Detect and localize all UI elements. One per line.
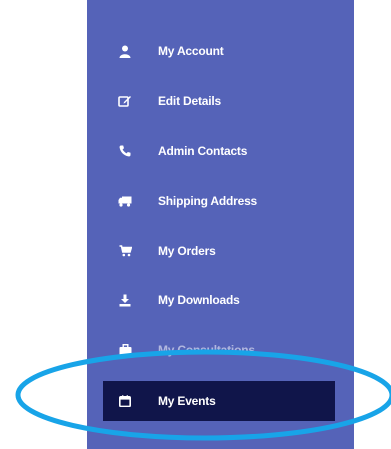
phone-icon <box>117 143 133 159</box>
cart-icon <box>117 243 133 259</box>
menu-item-shipping-address[interactable]: Shipping Address <box>87 181 354 221</box>
menu-item-label: Admin Contacts <box>158 144 248 158</box>
menu-item-label: My Events <box>158 394 216 408</box>
download-icon <box>117 292 133 308</box>
menu-item-label: Shipping Address <box>158 194 258 208</box>
menu-item-label: Edit Details <box>158 94 221 108</box>
menu-item-label: My Account <box>158 44 224 58</box>
truck-icon <box>117 193 133 209</box>
menu-item-my-account[interactable]: My Account <box>87 31 354 71</box>
menu-item-my-orders[interactable]: My Orders <box>87 231 354 271</box>
account-sidebar: My Account Edit Details Admin Contacts S… <box>87 0 354 449</box>
menu-item-label: My Orders <box>158 244 216 258</box>
menu-item-my-events[interactable]: My Events <box>103 381 335 421</box>
menu-item-my-consultations[interactable]: My Consultations <box>87 330 354 370</box>
menu-item-label: My Downloads <box>158 293 240 307</box>
briefcase-icon <box>117 342 133 358</box>
edit-icon <box>117 93 133 109</box>
menu-item-label: My Consultations <box>158 343 255 357</box>
user-icon <box>117 43 133 59</box>
screenshot-stage: My Account Edit Details Admin Contacts S… <box>0 0 391 449</box>
calendar-icon <box>117 393 133 409</box>
menu-item-my-downloads[interactable]: My Downloads <box>87 280 354 320</box>
menu-item-edit-details[interactable]: Edit Details <box>87 81 354 121</box>
menu-item-admin-contacts[interactable]: Admin Contacts <box>87 131 354 171</box>
